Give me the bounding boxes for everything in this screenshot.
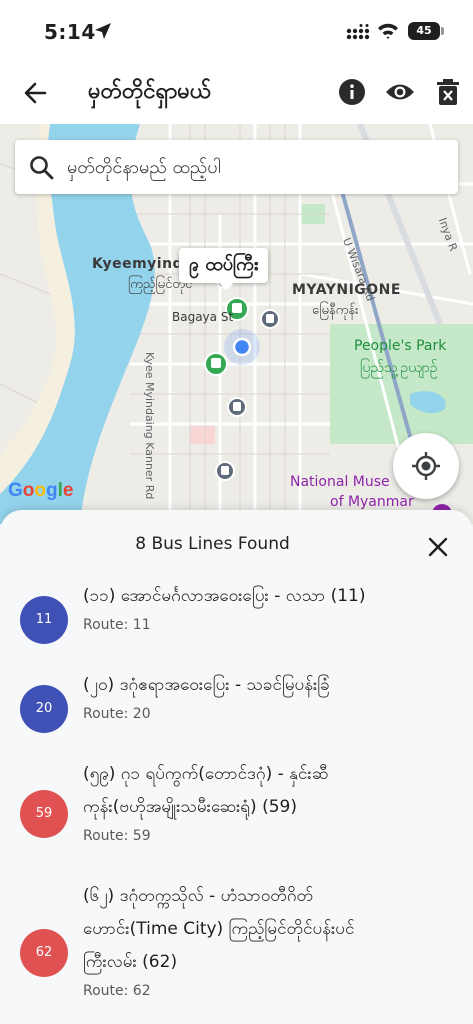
- map-callout: ၉ ထပ်ကြီး: [179, 248, 269, 290]
- route-number-label: Route: 59: [83, 828, 151, 844]
- delete-button[interactable]: [436, 78, 460, 106]
- crosshair-icon: [412, 452, 440, 480]
- signal-icon: [346, 24, 370, 40]
- location-arrow-icon: [95, 23, 111, 39]
- map-label-myaynigone: MYAYNIGONE: [292, 282, 401, 298]
- route-number-label: Route: 20: [83, 706, 151, 722]
- status-bar: 5:14 45: [0, 0, 473, 60]
- route-name-line: (၆၂) ဒဂုံတက္ကသိုလ် - ဟံသာဝတီဂိတ်: [83, 886, 314, 906]
- battery-icon: 45: [408, 22, 440, 40]
- bus-stop-marker-green-2: [204, 352, 228, 376]
- route-item[interactable]: 59 (၅၉) ဂု၁ ရပ်ကွက်(တောင်ဒဂုံ) - နှင်းဆီက…: [0, 758, 473, 880]
- route-badge: 20: [20, 685, 68, 733]
- wifi-icon: [378, 23, 398, 39]
- route-number-label: Route: 11: [83, 617, 151, 633]
- map-label-peoples-park-my: ပြည်သူ့ဥယျာဉ်: [360, 360, 438, 376]
- bus-stop-marker-gray-1: [260, 309, 280, 329]
- route-item[interactable]: 62 (၆၂) ဒဂုံတက္ကသိုလ် - ဟံသာဝတီဂိတ်ဟောင်း…: [0, 880, 473, 1024]
- map-label-kyeemyindaing: Kyeemyinda: [92, 256, 194, 272]
- route-name-line: (၅၉) ဂု၁ ရပ်ကွက်(တောင်ဒဂုံ) - နှင်းဆီ: [83, 764, 329, 784]
- route-name-line: ကြီးလမ်း (62): [83, 952, 178, 972]
- back-arrow-icon: [24, 82, 47, 104]
- info-button[interactable]: [338, 78, 366, 106]
- status-time: 5:14: [44, 20, 96, 44]
- bus-stop-marker-gray-3: [215, 461, 235, 481]
- back-button[interactable]: [18, 76, 52, 110]
- search-icon: [30, 156, 54, 180]
- route-item[interactable]: 11 (၁၁) အောင်မင်္ဂလာအဝေးပြေး - လသာ (11) Ro…: [0, 580, 473, 669]
- map-label-national-museum-2: of Myanmar: [330, 494, 414, 510]
- bus-lines-sheet: 8 Bus Lines Found 11 (၁၁) အောင်မင်္ဂလာအဝေ…: [0, 510, 473, 1024]
- map-label-myaynigone-my: မြေနီကုန်း: [312, 303, 359, 318]
- sheet-title: 8 Bus Lines Found: [135, 534, 290, 554]
- route-item[interactable]: 20 (၂၀) ဒဂုံဧရာအဝေးပြေး - သခင်မြပန်းခြံ Ro…: [0, 669, 473, 758]
- close-button[interactable]: [426, 535, 450, 559]
- google-logo: Google: [8, 480, 74, 501]
- route-name-line: ဟောင်း(Time City) ကြည့်မြင်တိုင်ပန်းပင်: [83, 919, 355, 939]
- battery-tip: [441, 27, 444, 35]
- my-location-button[interactable]: [393, 433, 459, 499]
- route-number-label: Route: 62: [83, 983, 151, 999]
- route-name-line: (၂၀) ဒဂုံဧရာအဝေးပြေး - သခင်မြပန်းခြံ: [83, 675, 330, 695]
- search-box[interactable]: [15, 140, 458, 194]
- map-label-bagaya: Bagaya St: [172, 310, 234, 324]
- search-input[interactable]: [67, 150, 447, 184]
- eye-button[interactable]: [384, 78, 416, 106]
- route-badge: 11: [20, 596, 68, 644]
- map-label-kyee-myindaing-kanner-rd: Kyee Myindaing Kanner Rd: [143, 352, 156, 500]
- route-badge: 59: [20, 790, 68, 838]
- route-badge: 62: [20, 929, 68, 977]
- map-label-national-museum-1: National Muse: [290, 474, 390, 490]
- route-name-line: (၁၁) အောင်မင်္ဂလာအဝေးပြေး - လသာ (11): [83, 586, 366, 606]
- bus-stop-marker-gray-2: [227, 397, 247, 417]
- map-label-peoples-park: People's Park: [354, 338, 447, 354]
- page-title: မှတ်တိုင်ရှာမယ်: [88, 79, 212, 104]
- route-name-line: ကုန်း(ဗဟိုအမျိုးသမီးဆေးရုံ) (59): [83, 797, 297, 817]
- app-bar: မှတ်တိုင်ရှာမယ်: [0, 60, 473, 124]
